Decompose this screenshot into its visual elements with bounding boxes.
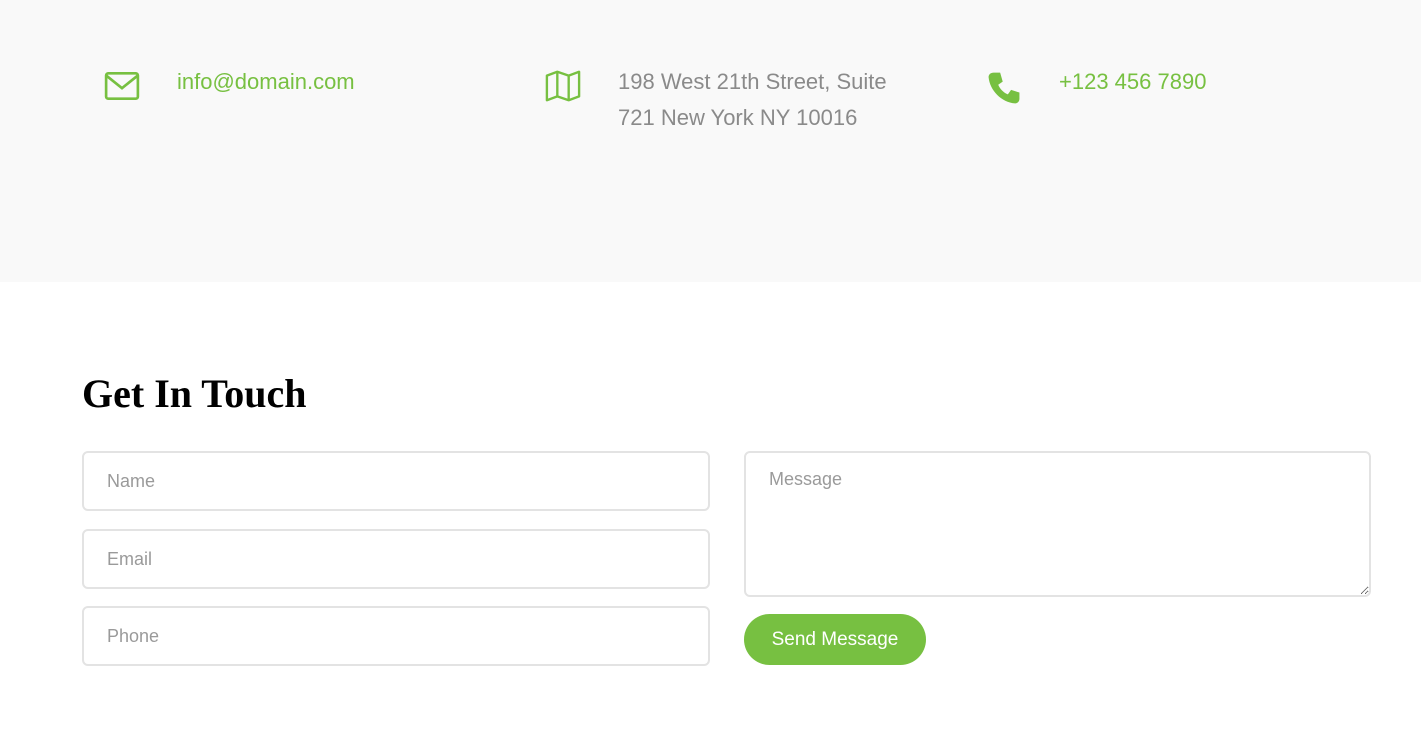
phone-field[interactable]	[82, 606, 710, 666]
envelope-icon	[104, 71, 140, 101]
map-icon	[545, 70, 581, 102]
address-line-2: 721 New York NY 10016	[618, 105, 858, 130]
page-title: Get In Touch	[82, 371, 307, 416]
contact-info-band: info@domain.com 198 West 21th Street, Su…	[0, 0, 1421, 282]
phone-icon	[988, 72, 1020, 104]
message-field[interactable]	[744, 451, 1371, 597]
address-line-1: 198 West 21th Street, Suite	[618, 69, 887, 94]
contact-phone-link[interactable]: +123 456 7890	[1059, 64, 1206, 100]
contact-email-link[interactable]: info@domain.com	[177, 64, 355, 100]
name-field[interactable]	[82, 451, 710, 511]
email-field[interactable]	[82, 529, 710, 589]
send-message-button[interactable]: Send Message	[744, 614, 926, 665]
